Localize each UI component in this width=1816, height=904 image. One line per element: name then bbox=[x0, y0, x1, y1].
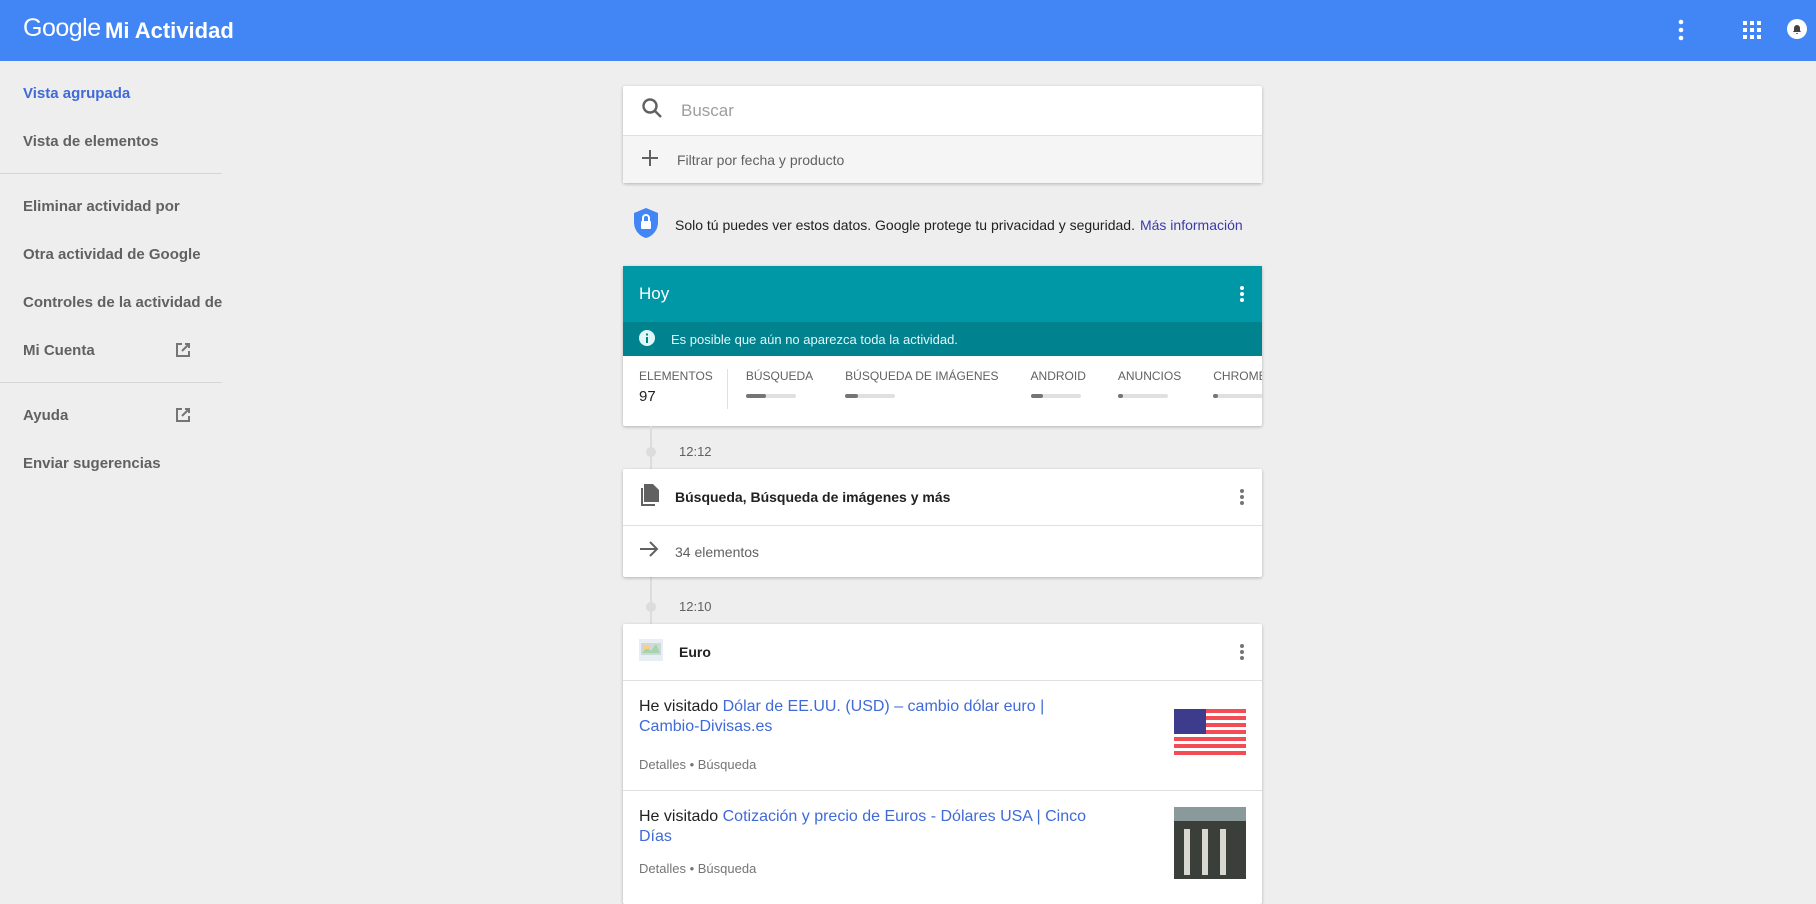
group-title[interactable]: Búsqueda, Búsqueda de imágenes y más bbox=[675, 489, 950, 505]
product-label: BÚSQUEDA bbox=[745, 369, 814, 383]
trading-floor-thumbnail bbox=[1174, 807, 1246, 884]
app-header: Google Mi Actividad bbox=[0, 0, 1816, 61]
more-vert-icon[interactable] bbox=[1240, 642, 1244, 662]
sidebar-nav: Vista agrupada Vista de elementos Elimin… bbox=[0, 61, 222, 487]
open-in-new-icon bbox=[175, 407, 191, 427]
activity-item: He visitado Cotización y precio de Euros… bbox=[623, 790, 1262, 900]
sidebar-item-label: Mi Cuenta bbox=[23, 341, 95, 359]
sidebar-item-feedback[interactable]: Enviar sugerencias bbox=[0, 439, 222, 487]
details-link[interactable]: Detalles bbox=[639, 757, 686, 772]
sidebar-item-label: Enviar sugerencias bbox=[23, 454, 161, 472]
plus-icon bbox=[641, 149, 659, 170]
more-vert-icon[interactable] bbox=[1240, 284, 1244, 304]
us-flag-thumbnail bbox=[1174, 709, 1246, 762]
more-vert-icon[interactable] bbox=[1240, 487, 1244, 507]
view-group-items[interactable]: 34 elementos bbox=[623, 525, 1262, 577]
filter-label: Filtrar por fecha y producto bbox=[677, 151, 845, 168]
documents-icon bbox=[639, 483, 659, 511]
product-stat[interactable]: ANUNCIOS bbox=[1117, 369, 1182, 426]
details-link[interactable]: Detalles bbox=[639, 861, 686, 876]
item-prefix: He visitado bbox=[639, 808, 719, 825]
product-share-bar bbox=[845, 394, 896, 398]
timeline-dot bbox=[646, 602, 656, 612]
item-count: 34 elementos bbox=[675, 543, 760, 560]
total-label: ELEMENTOS bbox=[639, 369, 713, 383]
activity-group-card: Euro He visitado Dólar de EE.UU. (USD) –… bbox=[623, 624, 1262, 904]
activity-item: He visitado Dólar de EE.UU. (USD) – camb… bbox=[623, 680, 1262, 790]
privacy-text: Solo tú puedes ver estos datos. Google p… bbox=[675, 216, 1135, 233]
divider bbox=[0, 173, 222, 174]
product-label: Búsqueda bbox=[697, 861, 757, 876]
product-stat[interactable]: ANDROID bbox=[1030, 369, 1086, 426]
filter-by-date-product[interactable]: Filtrar por fecha y producto bbox=[623, 135, 1262, 183]
product-stat[interactable]: CHROME bbox=[1213, 369, 1262, 426]
sidebar-item-label: Eliminar actividad por bbox=[23, 197, 180, 215]
product-share-bar bbox=[1213, 394, 1262, 398]
product-share-bar bbox=[1030, 394, 1081, 398]
product-label: BÚSQUEDA DE IMÁGENES bbox=[845, 369, 999, 383]
sidebar-item-help[interactable]: Ayuda bbox=[0, 391, 222, 439]
notifications-bell-icon[interactable] bbox=[1787, 19, 1807, 44]
sidebar-item-label: Ayuda bbox=[23, 406, 69, 424]
product-stat[interactable]: BÚSQUEDA DE IMÁGENES bbox=[845, 369, 999, 426]
product-label: ANUNCIOS bbox=[1117, 369, 1182, 383]
arrow-forward-icon bbox=[639, 540, 659, 563]
divider bbox=[0, 382, 222, 383]
sidebar-item-label: Vista de elementos bbox=[23, 132, 159, 150]
product-label: ANDROID bbox=[1030, 369, 1086, 383]
product-stat[interactable]: BÚSQUEDA bbox=[745, 369, 814, 426]
sidebar-item-grouped-view[interactable]: Vista agrupada bbox=[0, 69, 222, 117]
apps-grid-icon[interactable] bbox=[1743, 21, 1761, 44]
item-prefix: He visitado bbox=[639, 698, 719, 715]
product-share-bar bbox=[1117, 394, 1168, 398]
app-title[interactable]: Mi Actividad bbox=[105, 18, 234, 44]
info-text: Es posible que aún no aparezca toda la a… bbox=[671, 331, 958, 347]
info-icon bbox=[639, 329, 655, 349]
privacy-notice: Solo tú puedes ver estos datos. Google p… bbox=[633, 207, 1243, 242]
sidebar-item-other-activity[interactable]: Otra actividad de Google bbox=[0, 230, 222, 278]
today-title: Hoy bbox=[639, 284, 670, 303]
total-items: ELEMENTOS 97 bbox=[639, 369, 728, 409]
search-card: Filtrar por fecha y producto bbox=[623, 86, 1262, 183]
sidebar-item-activity-controls[interactable]: Controles de la actividad de tu cuenta bbox=[0, 278, 222, 326]
product-label: Búsqueda bbox=[697, 757, 757, 772]
search-icon[interactable] bbox=[641, 97, 663, 124]
euro-bills-thumbnail bbox=[639, 638, 663, 666]
group-time: 12:12 bbox=[679, 444, 712, 459]
more-vert-icon[interactable] bbox=[1678, 19, 1684, 46]
search-input[interactable] bbox=[681, 100, 1181, 121]
sidebar-item-label: Vista agrupada bbox=[23, 84, 131, 102]
total-count: 97 bbox=[639, 388, 656, 405]
google-logo[interactable]: Google bbox=[23, 14, 101, 43]
group-title[interactable]: Euro bbox=[679, 644, 711, 660]
shield-lock-icon bbox=[633, 207, 659, 242]
sidebar-item-delete-activity[interactable]: Eliminar actividad por bbox=[0, 182, 222, 230]
sidebar-item-label: Controles de la actividad de tu cuenta bbox=[23, 293, 222, 311]
today-summary-card: Hoy Es posible que aún no aparezca toda … bbox=[623, 266, 1262, 426]
product-share-bar bbox=[745, 394, 796, 398]
more-info-link[interactable]: Más información bbox=[1140, 217, 1243, 233]
activity-group-card: Búsqueda, Búsqueda de imágenes y más 34 … bbox=[623, 469, 1262, 577]
product-label: CHROME bbox=[1213, 369, 1262, 383]
sidebar-item-my-account[interactable]: Mi Cuenta bbox=[0, 326, 222, 374]
sidebar-item-label: Otra actividad de Google bbox=[23, 245, 201, 263]
group-time: 12:10 bbox=[679, 599, 712, 614]
timeline-dot bbox=[646, 447, 656, 457]
open-in-new-icon bbox=[175, 342, 191, 362]
sidebar-item-item-view[interactable]: Vista de elementos bbox=[0, 117, 222, 165]
